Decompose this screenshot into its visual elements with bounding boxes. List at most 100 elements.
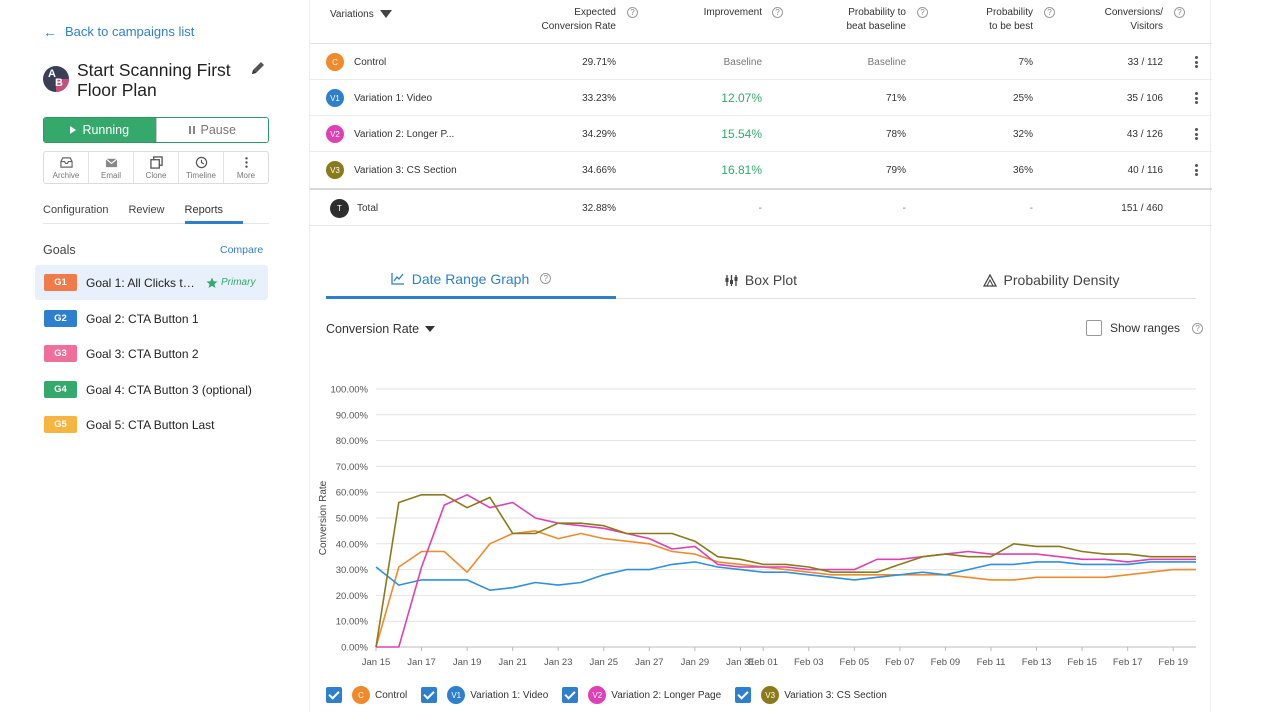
variation-badge: C (326, 53, 344, 71)
help-icon[interactable]: ? (772, 7, 783, 18)
tab-label: Probability Density (1003, 272, 1120, 288)
x-tick-label: Jan 25 (590, 657, 619, 668)
play-icon (70, 126, 77, 134)
help-icon[interactable]: ? (1192, 322, 1204, 334)
pause-icon (188, 126, 195, 134)
x-tick-label: Jan 27 (635, 657, 664, 668)
goal-name: Goal 2: CTA Button 1 (86, 311, 199, 326)
archive-icon (59, 156, 73, 168)
table-header: Variations Expected Conversion Rate ? Im… (310, 0, 1212, 44)
running-button[interactable]: Running (44, 118, 156, 142)
x-tick-label: Jan 19 (453, 657, 482, 668)
compare-link[interactable]: Compare (220, 244, 263, 256)
x-tick-label: Jan 21 (498, 657, 527, 668)
expected-rate-header: Expected Conversion Rate (516, 6, 616, 34)
goal-item-2[interactable]: G2 Goal 2: CTA Button 1 (35, 301, 268, 336)
tab-reports[interactable]: Reports (184, 204, 244, 224)
total-rate: 32.88% (582, 202, 616, 214)
conversion-rate-chart: 0.00% 10.00% 20.00% 30.00% 40.00% 50.00% 60.00… (318, 385, 1196, 668)
header-text: Visitors (1130, 21, 1163, 32)
total-row: T Total 32.88% - - - 151 / 460 (310, 188, 1212, 226)
variation-name: Variation 1: Video (354, 92, 433, 104)
row-menu-icon[interactable] (1194, 128, 1198, 140)
conversions-cell: 33 / 112 (1127, 56, 1163, 68)
clone-label: Clone (145, 170, 167, 180)
conversions-cell: 40 / 116 (1127, 164, 1163, 176)
legend-checkbox[interactable] (421, 687, 438, 703)
best-cell: 7% (1018, 56, 1033, 68)
arrow-left-icon: ← (43, 23, 57, 40)
timeline-label: Timeline (186, 170, 216, 180)
density-icon (982, 273, 997, 287)
total-beat: - (902, 202, 906, 214)
variations-header: Variations (330, 8, 392, 22)
tab-date-range-graph[interactable]: Date Range Graph ? (326, 261, 616, 299)
pencil-edit-icon[interactable] (250, 60, 266, 76)
variation-name: Variation 2: Longer P... (354, 128, 455, 140)
variation-badge: V2 (588, 686, 607, 704)
help-icon[interactable]: ? (1174, 7, 1185, 18)
timeline-button[interactable]: Timeline (179, 152, 224, 183)
archive-button[interactable]: Archive (44, 152, 89, 183)
more-label: More (236, 170, 256, 180)
header-text: Probability (986, 7, 1033, 18)
more-icon (244, 156, 248, 168)
help-icon[interactable]: ? (540, 273, 552, 284)
legend-checkbox[interactable] (562, 687, 579, 703)
x-tick-label: Feb 15 (1067, 657, 1097, 668)
filter-icon[interactable] (379, 10, 392, 19)
help-icon[interactable]: ? (1044, 7, 1055, 18)
y-tick-label: 80.00% (336, 436, 369, 447)
clone-icon (149, 155, 163, 169)
legend-checkbox[interactable] (735, 687, 752, 703)
rate-cell: 29.71% (582, 56, 616, 68)
email-button[interactable]: Email (89, 152, 134, 183)
help-icon[interactable]: ? (917, 7, 928, 18)
goal-item-5[interactable]: G5 Goal 5: CTA Button Last (35, 407, 268, 442)
pause-label: Pause (200, 123, 236, 137)
header-text: Expected (574, 7, 616, 18)
row-menu-icon[interactable] (1194, 164, 1198, 176)
goal-item-3[interactable]: G3 Goal 3: CTA Button 2 (35, 336, 268, 371)
prob-best-header: Probability to be best (953, 6, 1033, 34)
metric-label: Conversion Rate (326, 322, 420, 336)
goal-badge: G1 (44, 274, 77, 291)
tab-configuration[interactable]: Configuration (43, 204, 128, 223)
y-tick-label: 20.00% (336, 591, 369, 602)
x-tick-label: Feb 19 (1158, 657, 1188, 668)
conversions-cell: 43 / 126 (1126, 128, 1163, 140)
total-best: - (1029, 202, 1033, 214)
goal-badge: G3 (44, 345, 77, 362)
legend-checkbox[interactable] (326, 687, 342, 703)
header-text: Conversions/ (1104, 7, 1163, 18)
back-to-campaigns-link[interactable]: ← Back to campaigns list (43, 24, 194, 39)
box-plot-icon (725, 274, 738, 286)
metric-dropdown[interactable]: Conversion Rate (326, 322, 436, 336)
show-ranges-checkbox[interactable] (1086, 320, 1102, 336)
row-menu-icon[interactable] (1194, 92, 1198, 104)
goal-item-4[interactable]: G4 Goal 4: CTA Button 3 (optional) (35, 372, 268, 407)
conversions-header: Conversions/ Visitors (1083, 6, 1163, 34)
legend-label: Variation 2: Longer Page (611, 689, 722, 701)
y-tick-label: 50.00% (336, 514, 369, 525)
conversions-cell: 35 / 106 (1126, 92, 1163, 104)
help-icon[interactable]: ? (627, 7, 638, 18)
goal-badge: G5 (44, 416, 77, 433)
x-tick-label: Jan 23 (544, 657, 573, 668)
y-tick-label: 100.00% (330, 385, 368, 396)
pause-button[interactable]: Pause (155, 118, 268, 142)
table-row: V2 Variation 2: Longer P... 34.29% 15.54… (310, 116, 1212, 152)
x-tick-label: Feb 09 (931, 657, 961, 668)
row-menu-icon[interactable] (1194, 56, 1198, 68)
tab-review[interactable]: Review (128, 204, 184, 223)
report-panel: Variations Expected Conversion Rate ? Im… (309, 0, 1212, 712)
tab-probability-density[interactable]: Probability Density (906, 261, 1196, 299)
campaign-actions: Archive Email Clone Timeline More (43, 151, 269, 184)
clone-button[interactable]: Clone (134, 152, 179, 183)
rate-cell: 33.23% (582, 92, 616, 104)
primary-label: Primary (221, 277, 256, 288)
more-button[interactable]: More (224, 152, 268, 183)
goal-item-1[interactable]: G1 Goal 1: All Clicks to ... Primary (35, 265, 268, 300)
tab-box-plot[interactable]: Box Plot (616, 261, 906, 299)
x-tick-label: Feb 05 (840, 657, 870, 668)
